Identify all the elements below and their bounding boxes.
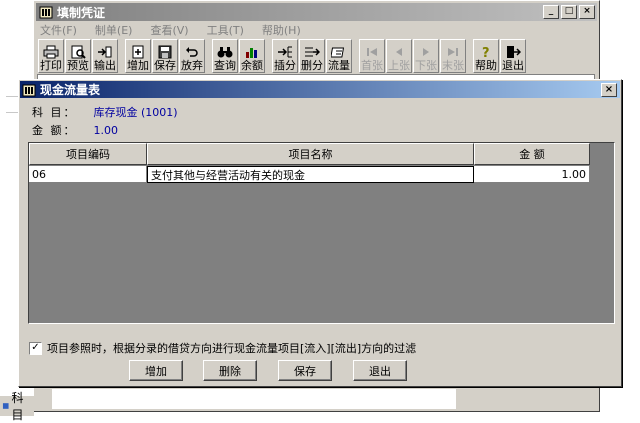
column-header-name[interactable]: 项目名称 bbox=[147, 143, 474, 165]
balance-chart-icon bbox=[246, 48, 257, 58]
exit-button[interactable]: 退出 bbox=[500, 39, 526, 73]
undo-icon bbox=[186, 47, 198, 57]
menu-view[interactable]: 查看(V) bbox=[148, 22, 190, 38]
undo-button[interactable]: 放弃 bbox=[179, 39, 205, 73]
toolbar: 打印 预览 输出 增加 保存 放弃 查询 余额 插分 删分 流量 首张 上张 下… bbox=[38, 39, 527, 73]
print-label: 打印 bbox=[40, 59, 62, 72]
help-label: 帮助 bbox=[475, 59, 497, 72]
voucher-bottom-strip bbox=[52, 389, 456, 409]
dialog-add-button[interactable]: 增加 bbox=[129, 360, 183, 381]
amount-info: 金 额： 1.00 bbox=[32, 122, 118, 138]
add-icon bbox=[132, 45, 144, 59]
binoculars-icon bbox=[217, 47, 233, 58]
subject-label: 科 目： bbox=[32, 106, 77, 119]
print-button[interactable]: 打印 bbox=[38, 39, 64, 73]
last-record-icon bbox=[448, 48, 458, 56]
export-button[interactable]: 输出 bbox=[92, 39, 118, 73]
balance-button[interactable]: 余额 bbox=[239, 39, 265, 73]
subject-value: 库存现金 (1001) bbox=[93, 106, 178, 119]
app-icon bbox=[22, 84, 36, 96]
column-header-amount[interactable]: 金 额 bbox=[474, 143, 590, 165]
save-label: 保存 bbox=[154, 59, 176, 72]
menu-edit[interactable]: 制单(E) bbox=[93, 22, 135, 38]
prev-record-icon bbox=[396, 48, 402, 56]
save-icon bbox=[158, 45, 172, 59]
help-icon: ? bbox=[482, 46, 490, 59]
insert-entry-icon bbox=[278, 46, 292, 58]
prev-record-label: 上张 bbox=[388, 59, 410, 72]
dialog-title: 现金流量表 bbox=[40, 83, 101, 97]
main-title-bar: 填制凭证 _ □ × bbox=[36, 3, 597, 21]
exit-label: 退出 bbox=[502, 59, 524, 72]
grid-header: 项目编码 项目名称 金 额 bbox=[29, 143, 590, 165]
add-label: 增加 bbox=[127, 59, 149, 72]
filter-option: ✓ 项目参照时，根据分录的借贷方向进行现金流量项目[流入][流出]方向的过滤 bbox=[29, 340, 416, 356]
menu-help[interactable]: 帮助(H) bbox=[260, 22, 303, 38]
main-window-title: 填制凭证 bbox=[57, 5, 106, 20]
export-label: 输出 bbox=[94, 59, 116, 72]
undo-label: 放弃 bbox=[181, 59, 203, 72]
cashflow-label: 流量 bbox=[328, 59, 350, 72]
last-record-button[interactable]: 末张 bbox=[440, 39, 466, 73]
query-label: 查询 bbox=[214, 59, 236, 72]
print-icon bbox=[43, 45, 59, 59]
menu-tools[interactable]: 工具(T) bbox=[205, 22, 246, 38]
menu-file[interactable]: 文件(F) bbox=[38, 22, 79, 38]
dialog-title-bar: 现金流量表 × bbox=[20, 81, 620, 98]
cell-code[interactable]: 06 bbox=[29, 166, 147, 183]
background-subject-text: 科目 bbox=[11, 391, 24, 422]
cashflow-grid[interactable]: 项目编码 项目名称 金 额 06 支付其他与经营活动有关的现金 1.00 bbox=[28, 142, 615, 324]
delete-entry-button[interactable]: 删分 bbox=[299, 39, 325, 73]
background-subject-label: 科目 bbox=[0, 391, 34, 422]
subject-info: 科 目： 库存现金 (1001) bbox=[32, 104, 178, 120]
dialog-exit-button[interactable]: 退出 bbox=[353, 360, 407, 381]
first-record-icon bbox=[367, 48, 377, 56]
dialog-save-button[interactable]: 保存 bbox=[278, 360, 332, 381]
next-record-button[interactable]: 下张 bbox=[413, 39, 439, 73]
dialog-button-row: 增加 删除 保存 退出 bbox=[19, 360, 621, 382]
cashflow-icon bbox=[331, 47, 345, 58]
next-record-label: 下张 bbox=[415, 59, 437, 72]
delete-entry-label: 删分 bbox=[301, 59, 323, 72]
preview-icon bbox=[71, 45, 86, 59]
amount-label: 金 额： bbox=[32, 124, 77, 137]
next-record-icon bbox=[423, 48, 429, 56]
exit-icon bbox=[507, 46, 521, 58]
dialog-close-button[interactable]: × bbox=[601, 83, 617, 97]
dialog-delete-button[interactable]: 删除 bbox=[203, 360, 257, 381]
tree-node-icon bbox=[2, 403, 9, 409]
first-record-button[interactable]: 首张 bbox=[359, 39, 385, 73]
svg-text:?: ? bbox=[482, 46, 490, 59]
add-button[interactable]: 增加 bbox=[125, 39, 151, 73]
cell-name[interactable]: 支付其他与经营活动有关的现金 bbox=[147, 166, 474, 183]
filter-checkbox[interactable]: ✓ bbox=[29, 341, 42, 355]
insert-entry-label: 插分 bbox=[274, 59, 296, 72]
cell-amount[interactable]: 1.00 bbox=[474, 166, 590, 183]
insert-entry-button[interactable]: 插分 bbox=[272, 39, 298, 73]
preview-button[interactable]: 预览 bbox=[65, 39, 91, 73]
export-icon bbox=[98, 46, 112, 58]
prev-record-button[interactable]: 上张 bbox=[386, 39, 412, 73]
amount-value: 1.00 bbox=[93, 124, 119, 137]
help-button[interactable]: ? 帮助 bbox=[473, 39, 499, 73]
menu-bar: 文件(F) 制单(E) 查看(V) 工具(T) 帮助(H) bbox=[38, 22, 303, 38]
preview-label: 预览 bbox=[67, 59, 89, 72]
filter-checkbox-label: 项目参照时，根据分录的借贷方向进行现金流量项目[流入][流出]方向的过滤 bbox=[47, 342, 417, 355]
query-button[interactable]: 查询 bbox=[212, 39, 238, 73]
first-record-label: 首张 bbox=[361, 59, 383, 72]
balance-label: 余额 bbox=[241, 59, 263, 72]
app-icon bbox=[39, 6, 53, 19]
column-header-code[interactable]: 项目编码 bbox=[29, 143, 147, 165]
minimize-button[interactable]: _ bbox=[543, 5, 559, 19]
cashflow-button[interactable]: 流量 bbox=[326, 39, 352, 73]
maximize-button[interactable]: □ bbox=[561, 5, 577, 19]
table-row[interactable]: 06 支付其他与经营活动有关的现金 1.00 bbox=[29, 166, 590, 183]
close-button[interactable]: × bbox=[579, 5, 595, 19]
cashflow-dialog: 现金流量表 × 科 目： 库存现金 (1001) 金 额： 1.00 项目编码 … bbox=[18, 79, 622, 387]
last-record-label: 末张 bbox=[442, 59, 464, 72]
delete-entry-icon bbox=[305, 47, 320, 57]
save-button[interactable]: 保存 bbox=[152, 39, 178, 73]
